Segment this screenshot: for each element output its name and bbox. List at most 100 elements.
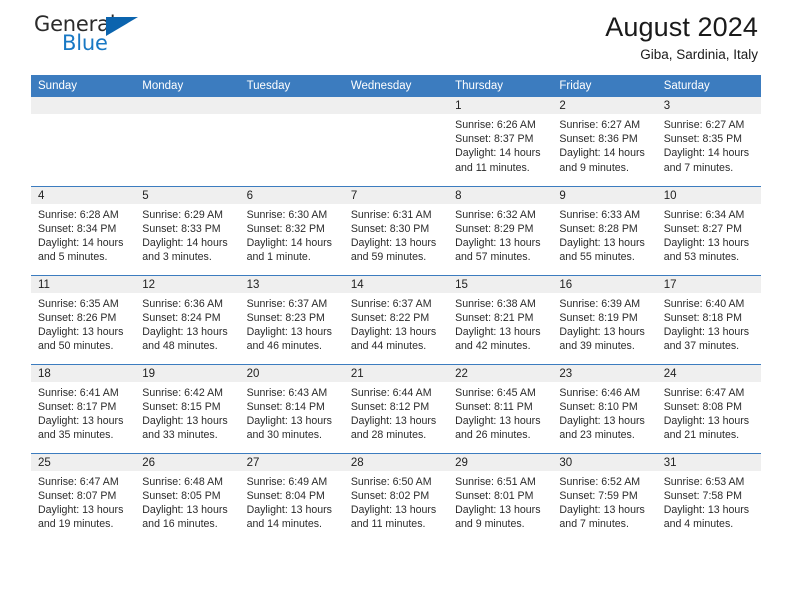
daylight-text: Daylight: 14 hours — [455, 147, 541, 160]
daylight-text: Daylight: 13 hours — [142, 414, 228, 427]
calendar-day-cell[interactable]: 2 Sunrise: 6:27 AM Sunset: 8:36 PM Daylight… — [552, 97, 657, 186]
calendar-day-cell[interactable]: 24 Sunrise: 6:47 AM Sunset: 8:08 PM Dayligh… — [656, 363, 761, 453]
daylight-text: Daylight: 13 hours — [350, 325, 437, 338]
day-details: Sunrise: 6:53 AM Sunset: 7:58 PM Daylight:… — [657, 471, 761, 532]
calendar-day-cell[interactable]: 9 Sunrise: 6:33 AM Sunset: 8:28 PM Daylight… — [552, 185, 657, 275]
calendar-day-cell[interactable]: 28 Sunrise: 6:50 AM Sunset: 8:02 PM Dayligh… — [343, 452, 449, 542]
daylight-text: Daylight: 13 hours — [663, 236, 750, 249]
day-number: 28 — [343, 453, 449, 471]
calendar-day-cell[interactable]: 19 Sunrise: 6:42 AM Sunset: 8:15 PM Dayligh… — [135, 363, 240, 453]
day-details: Sunrise: 6:47 AM Sunset: 8:08 PM Daylight:… — [657, 382, 761, 443]
calendar-day-cell[interactable]: 15 Sunrise: 6:38 AM Sunset: 8:21 PM Dayligh… — [448, 274, 553, 364]
calendar-day-cell[interactable]: 31 Sunrise: 6:53 AM Sunset: 7:58 PM Dayligh… — [656, 452, 761, 542]
calendar-day-cell[interactable]: 30 Sunrise: 6:52 AM Sunset: 7:59 PM Dayligh… — [552, 452, 657, 542]
calendar-day-cell[interactable]: 17 Sunrise: 6:40 AM Sunset: 8:18 PM Dayligh… — [656, 274, 761, 364]
calendar-day-cell[interactable]: 16 Sunrise: 6:39 AM Sunset: 8:19 PM Dayligh… — [552, 274, 657, 364]
weekday-header-wednesday: Wednesday — [343, 75, 449, 97]
sunrise-text: Sunrise: 6:39 AM — [559, 297, 641, 310]
sunrise-text: Sunrise: 6:31 AM — [350, 208, 432, 221]
sunrise-text: Sunrise: 6:37 AM — [246, 297, 328, 310]
day-number: 18 — [31, 364, 136, 382]
weekday-header-row: Sunday Monday Tuesday Wednesday Thursday… — [31, 75, 761, 97]
calendar-table: Sunday Monday Tuesday Wednesday Thursday… — [31, 75, 761, 542]
calendar-day-cell[interactable]: 22 Sunrise: 6:45 AM Sunset: 8:11 PM Dayligh… — [448, 363, 553, 453]
daylight-text-cont: and 9 minutes. — [559, 161, 629, 174]
calendar-day-cell[interactable]: 29 Sunrise: 6:51 AM Sunset: 8:01 PM Dayligh… — [448, 452, 553, 542]
sunset-text: Sunset: 8:14 PM — [246, 400, 325, 413]
daylight-text: Daylight: 13 hours — [38, 325, 124, 338]
calendar-day-cell[interactable]: 3 Sunrise: 6:27 AM Sunset: 8:35 PM Daylight… — [656, 97, 761, 186]
calendar-day-cell[interactable]: 23 Sunrise: 6:46 AM Sunset: 8:10 PM Dayligh… — [552, 363, 657, 453]
day-number: 25 — [31, 453, 136, 471]
sunset-text: Sunset: 8:34 PM — [38, 222, 117, 235]
daylight-text-cont: and 37 minutes. — [663, 340, 740, 353]
sunrise-text: Sunrise: 6:48 AM — [142, 475, 223, 488]
calendar-day-cell[interactable]: 21 Sunrise: 6:44 AM Sunset: 8:12 PM Dayligh… — [343, 363, 449, 453]
day-details: Sunrise: 6:47 AM Sunset: 8:07 PM Daylight:… — [31, 471, 135, 532]
daylight-text-cont: and 9 minutes. — [455, 518, 525, 531]
daylight-text: Daylight: 13 hours — [38, 414, 124, 427]
day-details: Sunrise: 6:34 AM Sunset: 8:27 PM Daylight:… — [657, 204, 761, 265]
weekday-header-tuesday: Tuesday — [239, 75, 344, 97]
calendar-week-row: 18 Sunrise: 6:41 AM Sunset: 8:17 PM Dayligh… — [31, 363, 761, 453]
day-number: 10 — [656, 186, 761, 204]
daylight-text: Daylight: 13 hours — [559, 503, 645, 516]
calendar-day-cell[interactable]: 7 Sunrise: 6:31 AM Sunset: 8:30 PM Daylight… — [343, 185, 449, 275]
daylight-text: Daylight: 13 hours — [142, 503, 228, 516]
calendar-day-cell[interactable]: 10 Sunrise: 6:34 AM Sunset: 8:27 PM Dayligh… — [656, 185, 761, 275]
page-title: August 2024 — [605, 12, 758, 42]
sunset-text: Sunset: 8:33 PM — [142, 222, 221, 235]
sunrise-text: Sunrise: 6:53 AM — [663, 475, 745, 488]
sunrise-text: Sunrise: 6:49 AM — [246, 475, 328, 488]
calendar-day-cell[interactable]: 14 Sunrise: 6:37 AM Sunset: 8:22 PM Dayligh… — [343, 274, 449, 364]
calendar-day-cell[interactable]: 27 Sunrise: 6:49 AM Sunset: 8:04 PM Dayligh… — [239, 452, 344, 542]
calendar-day-cell[interactable]: 13 Sunrise: 6:37 AM Sunset: 8:23 PM Dayligh… — [239, 274, 344, 364]
day-details: Sunrise: 6:36 AM Sunset: 8:24 PM Daylight:… — [135, 293, 239, 354]
daylight-text: Daylight: 14 hours — [38, 236, 124, 249]
day-number — [239, 97, 344, 114]
sunrise-text: Sunrise: 6:35 AM — [38, 297, 119, 310]
day-number: 11 — [31, 275, 136, 293]
calendar-week-row: 1 Sunrise: 6:26 AM Sunset: 8:37 PM Daylight… — [31, 97, 761, 186]
day-details: Sunrise: 6:33 AM Sunset: 8:28 PM Daylight:… — [552, 204, 656, 265]
calendar-day-cell[interactable]: 20 Sunrise: 6:43 AM Sunset: 8:14 PM Dayligh… — [239, 363, 344, 453]
weekday-header-sunday: Sunday — [31, 75, 136, 97]
sunset-text: Sunset: 8:23 PM — [246, 311, 325, 324]
daylight-text-cont: and 50 minutes. — [38, 340, 114, 353]
sunrise-text: Sunrise: 6:38 AM — [455, 297, 536, 310]
day-details: Sunrise: 6:45 AM Sunset: 8:11 PM Daylight:… — [448, 382, 552, 443]
day-number: 14 — [343, 275, 449, 293]
calendar-day-cell[interactable]: 4 Sunrise: 6:28 AM Sunset: 8:34 PM Daylight… — [31, 185, 136, 275]
day-details: Sunrise: 6:51 AM Sunset: 8:01 PM Daylight:… — [448, 471, 552, 532]
daylight-text-cont: and 46 minutes. — [246, 340, 322, 353]
day-details: Sunrise: 6:49 AM Sunset: 8:04 PM Daylight:… — [240, 471, 344, 532]
sunset-text: Sunset: 8:01 PM — [455, 489, 534, 502]
sunset-text: Sunset: 8:17 PM — [38, 400, 117, 413]
calendar-day-cell[interactable]: 1 Sunrise: 6:26 AM Sunset: 8:37 PM Daylight… — [448, 97, 553, 186]
calendar-day-cell[interactable]: 18 Sunrise: 6:41 AM Sunset: 8:17 PM Dayligh… — [31, 363, 136, 453]
calendar-day-cell[interactable]: 25 Sunrise: 6:47 AM Sunset: 8:07 PM Dayligh… — [31, 452, 136, 542]
calendar-day-cell[interactable]: 5 Sunrise: 6:29 AM Sunset: 8:33 PM Daylight… — [135, 185, 240, 275]
daylight-text-cont: and 14 minutes. — [246, 518, 322, 531]
calendar-day-cell[interactable]: 6 Sunrise: 6:30 AM Sunset: 8:32 PM Daylight… — [239, 185, 344, 275]
calendar-day-cell[interactable]: 26 Sunrise: 6:48 AM Sunset: 8:05 PM Dayligh… — [135, 452, 240, 542]
sunrise-text: Sunrise: 6:44 AM — [350, 386, 432, 399]
sunrise-text: Sunrise: 6:29 AM — [142, 208, 223, 221]
daylight-text-cont: and 57 minutes. — [455, 251, 531, 264]
sunrise-text: Sunrise: 6:30 AM — [246, 208, 328, 221]
sunrise-text: Sunrise: 6:45 AM — [455, 386, 536, 399]
calendar-day-cell[interactable]: 8 Sunrise: 6:32 AM Sunset: 8:29 PM Daylight… — [448, 185, 553, 275]
sunrise-text: Sunrise: 6:27 AM — [559, 119, 641, 131]
day-details: Sunrise: 6:38 AM Sunset: 8:21 PM Daylight:… — [448, 293, 552, 354]
calendar-week-row: 25 Sunrise: 6:47 AM Sunset: 8:07 PM Dayligh… — [31, 452, 761, 542]
sunset-text: Sunset: 8:21 PM — [455, 311, 534, 324]
day-details: Sunrise: 6:29 AM Sunset: 8:33 PM Daylight:… — [135, 204, 239, 265]
calendar-day-cell[interactable]: 12 Sunrise: 6:36 AM Sunset: 8:24 PM Dayligh… — [135, 274, 240, 364]
daylight-text-cont: and 4 minutes. — [663, 518, 734, 531]
day-number: 23 — [552, 364, 657, 382]
sunset-text: Sunset: 8:05 PM — [142, 489, 221, 502]
calendar-week-row: 4 Sunrise: 6:28 AM Sunset: 8:34 PM Daylight… — [31, 185, 761, 275]
calendar-day-cell[interactable]: 11 Sunrise: 6:35 AM Sunset: 8:26 PM Dayligh… — [31, 274, 136, 364]
sunrise-text: Sunrise: 6:33 AM — [559, 208, 641, 221]
daylight-text: Daylight: 13 hours — [455, 236, 541, 249]
